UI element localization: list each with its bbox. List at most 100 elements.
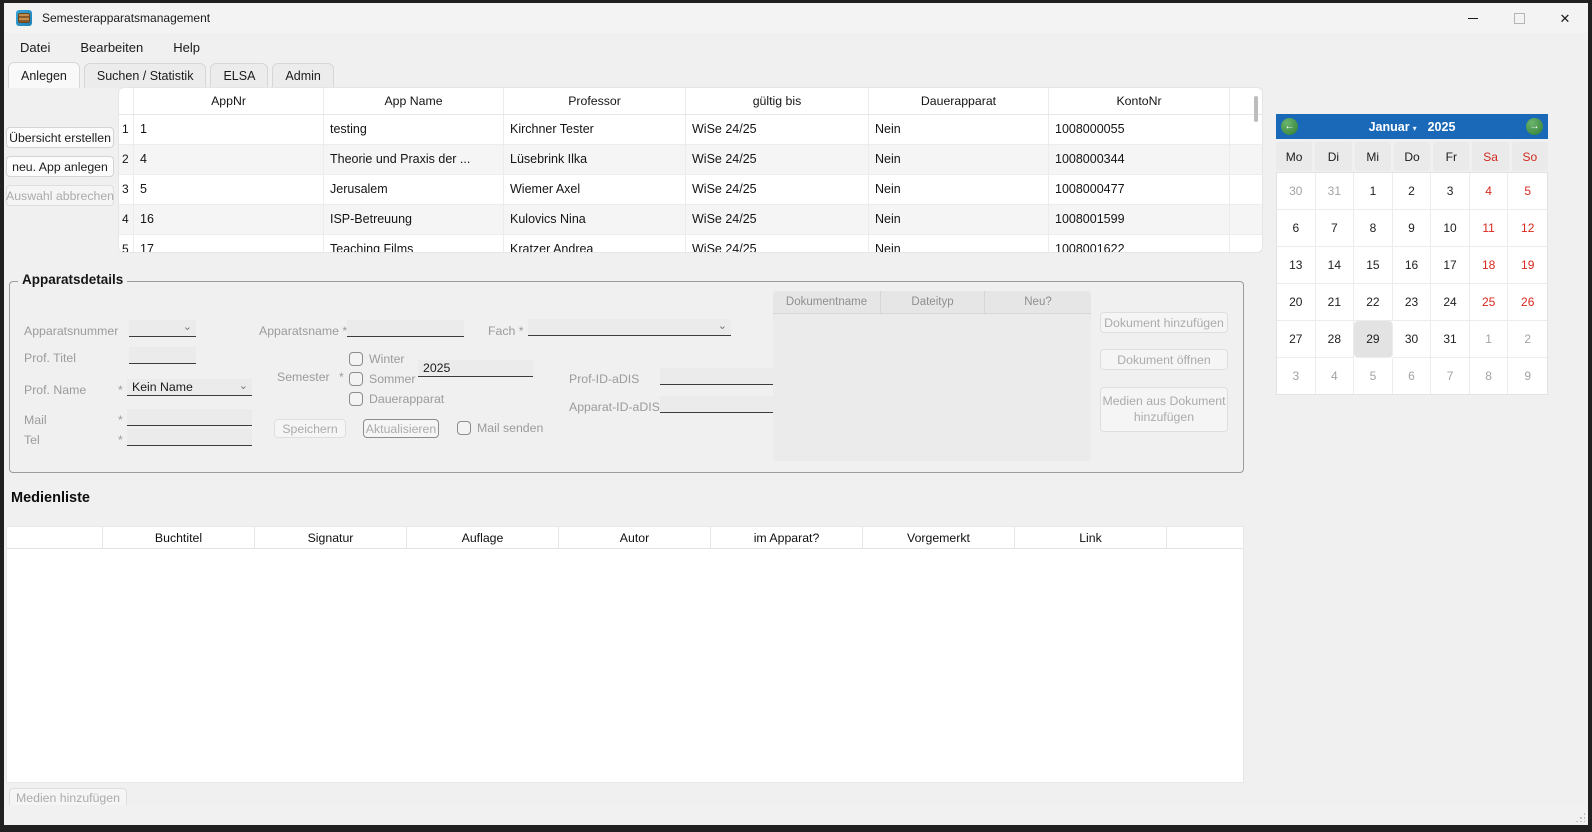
table-row[interactable]: 4 16 ISP-Betreuung Kulovics Nina WiSe 24… — [119, 205, 1262, 235]
calendar-day[interactable]: 18 — [1470, 247, 1509, 284]
calendar-day[interactable]: 3 — [1431, 173, 1470, 210]
calendar-day[interactable]: 6 — [1277, 210, 1316, 247]
calendar-day[interactable]: 5 — [1354, 358, 1393, 394]
calendar-day[interactable]: 8 — [1354, 210, 1393, 247]
dauerapparat-radio[interactable] — [349, 392, 363, 406]
table-row[interactable]: 5 17 Teaching Films Kratzer Andrea WiSe … — [119, 235, 1262, 253]
calendar-day[interactable]: 1 — [1354, 173, 1393, 210]
prof-titel-input[interactable] — [129, 347, 196, 364]
calendar-day[interactable]: 9 — [1508, 358, 1547, 394]
col-signatur[interactable]: Signatur — [255, 527, 407, 548]
calendar-day[interactable]: 11 — [1470, 210, 1509, 247]
tel-input[interactable] — [127, 429, 252, 446]
sommer-radio[interactable] — [349, 372, 363, 386]
tab-elsa[interactable]: ELSA — [210, 63, 268, 88]
col-vorgemerkt[interactable]: Vorgemerkt — [863, 527, 1015, 548]
calendar-title[interactable]: Januar ▾ 2025 — [1369, 120, 1456, 134]
aktualisieren-button[interactable]: Aktualisieren — [363, 419, 439, 438]
table-row[interactable]: 3 5 Jerusalem Wiemer Axel WiSe 24/25 Nei… — [119, 175, 1262, 205]
calendar-day[interactable]: 9 — [1393, 210, 1432, 247]
tab-admin[interactable]: Admin — [272, 63, 333, 88]
minimize-button[interactable] — [1450, 3, 1496, 33]
dokument-hinzufuegen-button[interactable]: Dokument hinzufügen — [1100, 312, 1228, 333]
calendar-day[interactable]: 2 — [1393, 173, 1432, 210]
calendar-day[interactable]: 23 — [1393, 284, 1432, 321]
prof-id-adis-input[interactable] — [660, 368, 785, 385]
neue-app-anlegen-button[interactable]: neu. App anlegen — [6, 156, 114, 177]
calendar-day[interactable]: 27 — [1277, 321, 1316, 358]
col-auflage[interactable]: Auflage — [407, 527, 559, 548]
calendar-day[interactable]: 7 — [1316, 210, 1355, 247]
col-appnr[interactable]: AppNr — [134, 88, 324, 114]
winter-radio[interactable] — [349, 352, 363, 366]
calendar-day[interactable]: 19 — [1508, 247, 1547, 284]
calendar-year[interactable]: 2025 — [1428, 120, 1456, 134]
prof-name-combobox[interactable]: Kein Name⌄ — [127, 379, 252, 396]
calendar-day[interactable]: 3 — [1277, 358, 1316, 394]
calendar-day[interactable]: 8 — [1470, 358, 1509, 394]
calendar-day[interactable]: 28 — [1316, 321, 1355, 358]
table-row[interactable]: 1 1 testing Kirchner Tester WiSe 24/25 N… — [119, 115, 1262, 145]
col-dauerapparat[interactable]: Dauerapparat — [869, 88, 1049, 114]
uebersicht-erstellen-button[interactable]: Übersicht erstellen — [6, 127, 114, 148]
calendar-next-button[interactable]: → — [1526, 118, 1543, 135]
calendar-prev-button[interactable]: ← — [1281, 118, 1298, 135]
calendar-day[interactable]: 26 — [1508, 284, 1547, 321]
calendar-day[interactable]: 20 — [1277, 284, 1316, 321]
fach-combobox[interactable]: ⌄ — [528, 319, 731, 336]
calendar-month[interactable]: Januar — [1369, 120, 1410, 134]
calendar-day[interactable]: 4 — [1470, 173, 1509, 210]
col-neu[interactable]: Neu? — [985, 291, 1091, 313]
calendar-day[interactable]: 6 — [1393, 358, 1432, 394]
dokument-oeffnen-button[interactable]: Dokument öffnen — [1100, 349, 1228, 370]
calendar-day[interactable]: 12 — [1508, 210, 1547, 247]
calendar-day[interactable]: 16 — [1393, 247, 1432, 284]
calendar-day[interactable]: 7 — [1431, 358, 1470, 394]
close-button[interactable]: ✕ — [1542, 3, 1588, 33]
col-link[interactable]: Link — [1015, 527, 1167, 548]
col-app-name[interactable]: App Name — [324, 88, 504, 114]
calendar-day[interactable]: 31 — [1431, 321, 1470, 358]
semester-year-input[interactable]: 2025 — [418, 360, 533, 377]
col-professor[interactable]: Professor — [504, 88, 686, 114]
calendar-day[interactable]: 2 — [1508, 321, 1547, 358]
calendar-day[interactable]: 31 — [1316, 173, 1355, 210]
menu-bearbeiten[interactable]: Bearbeiten — [80, 40, 143, 55]
calendar-day[interactable]: 22 — [1354, 284, 1393, 321]
menu-help[interactable]: Help — [173, 40, 200, 55]
calendar-day[interactable]: 4 — [1316, 358, 1355, 394]
tab-anlegen[interactable]: Anlegen — [8, 62, 80, 88]
calendar-day[interactable]: 24 — [1431, 284, 1470, 321]
title-bar[interactable]: Semesterapparatsmanagement ✕ — [4, 3, 1588, 33]
calendar-day[interactable]: 15 — [1354, 247, 1393, 284]
apparatsname-input[interactable] — [347, 320, 464, 337]
apparat-id-adis-input[interactable] — [660, 396, 785, 413]
mail-senden-checkbox[interactable] — [457, 421, 471, 435]
calendar-day[interactable]: 30 — [1393, 321, 1432, 358]
maximize-button[interactable] — [1496, 3, 1542, 33]
calendar-day[interactable]: 13 — [1277, 247, 1316, 284]
menu-datei[interactable]: Datei — [20, 40, 50, 55]
medien-aus-dokument-button[interactable]: Medien aus Dokument hinzufügen — [1100, 387, 1228, 432]
vertical-scrollbar-thumb[interactable] — [1254, 96, 1258, 122]
tab-suchen-statistik[interactable]: Suchen / Statistik — [84, 63, 207, 88]
col-dateityp[interactable]: Dateityp — [881, 291, 985, 313]
calendar-day[interactable]: 17 — [1431, 247, 1470, 284]
col-gueltig-bis[interactable]: gültig bis — [686, 88, 869, 114]
calendar-day[interactable]: 25 — [1470, 284, 1509, 321]
col-im-apparat[interactable]: im Apparat? — [711, 527, 863, 548]
speichern-button[interactable]: Speichern — [274, 419, 346, 438]
auswahl-abbrechen-button[interactable]: Auswahl abbrechen — [6, 185, 114, 206]
resize-grip[interactable] — [1575, 812, 1585, 822]
calendar-day[interactable]: 21 — [1316, 284, 1355, 321]
col-autor[interactable]: Autor — [559, 527, 711, 548]
calendar-day[interactable]: 14 — [1316, 247, 1355, 284]
apparatsnummer-combobox[interactable]: ⌄ — [129, 320, 196, 337]
calendar-day-selected[interactable]: 29 — [1354, 321, 1393, 358]
col-kontonr[interactable]: KontoNr — [1049, 88, 1230, 114]
col-dokumentname[interactable]: Dokumentname — [773, 291, 881, 313]
calendar-day[interactable]: 1 — [1470, 321, 1509, 358]
table-row[interactable]: 2 4 Theorie und Praxis der ... Lüsebrink… — [119, 145, 1262, 175]
calendar-day[interactable]: 30 — [1277, 173, 1316, 210]
mail-input[interactable] — [127, 409, 252, 426]
